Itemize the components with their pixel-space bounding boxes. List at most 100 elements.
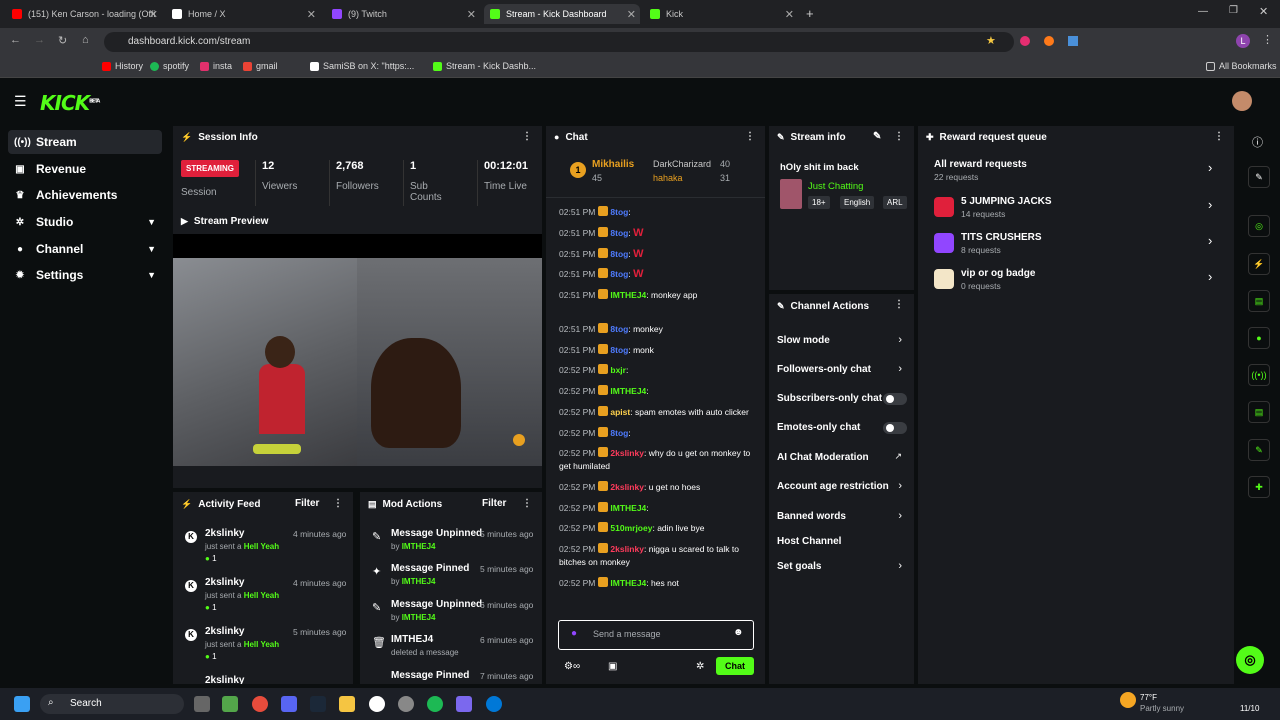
bolt-icon[interactable]: ⚡ <box>1248 253 1270 275</box>
bookmark-samisb[interactable]: SamiSB on X: "https:... <box>310 61 414 71</box>
maximize-icon[interactable]: ❐ <box>1229 5 1238 16</box>
more-icon[interactable]: ⋮ <box>745 131 755 142</box>
message-user[interactable]: IMTHEJ4 <box>610 503 646 513</box>
profile-avatar[interactable]: L <box>1236 34 1250 48</box>
app-icon[interactable] <box>222 696 238 712</box>
gift-icon[interactable]: ✚ <box>1248 476 1270 498</box>
new-tab-icon[interactable]: + <box>806 6 814 21</box>
activity-user[interactable]: 2kslinky <box>205 675 244 684</box>
more-icon[interactable]: ⋮ <box>894 131 904 142</box>
edit-layout-icon[interactable]: ✎ <box>1248 166 1270 188</box>
message-user[interactable]: 510mrjoey <box>610 523 652 533</box>
emoji-icon[interactable]: ☻ <box>733 627 744 638</box>
sidebar-item-achievements[interactable]: ♛ Achievements <box>8 183 162 207</box>
more-icon[interactable]: ⋮ <box>522 131 532 142</box>
browser-tab-twitch[interactable]: (9) Twitch ✕ <box>332 4 480 24</box>
reload-icon[interactable]: ↻ <box>58 34 67 47</box>
home-icon[interactable]: ⌂ <box>82 34 89 46</box>
message-user[interactable]: 8tog <box>610 324 628 334</box>
host-channel-option[interactable]: Host Channel <box>777 536 907 547</box>
spotify-icon[interactable] <box>427 696 443 712</box>
activity-user[interactable]: 2kslinky <box>205 626 244 637</box>
leaderboard-name[interactable]: Mikhailis <box>592 159 634 170</box>
info-icon[interactable]: ⓘ <box>1252 134 1263 150</box>
close-icon[interactable]: ✕ <box>149 8 158 21</box>
obs-icon[interactable] <box>369 696 385 712</box>
sidebar-item-stream[interactable]: ((•)) Stream <box>8 130 162 154</box>
more-icon[interactable]: ⋮ <box>894 299 904 310</box>
banned-words-option[interactable]: Banned words <box>777 511 907 522</box>
sidebar-item-studio[interactable]: ✲ Studio ▼ <box>8 210 162 234</box>
kick-logo[interactable]: KICKBETA <box>40 91 100 115</box>
bookmark-spotify[interactable]: spotify <box>150 61 189 71</box>
sidebar-item-settings[interactable]: ✹ Settings ▼ <box>8 263 162 287</box>
close-icon[interactable]: ✕ <box>785 8 794 21</box>
leaderboard-name[interactable]: hahaka <box>653 173 683 183</box>
more-icon[interactable]: ⋮ <box>522 498 532 509</box>
extension-icon[interactable] <box>1044 36 1054 46</box>
help-icon[interactable]: ◎ <box>1236 646 1264 674</box>
mic-icon[interactable]: ● <box>571 628 577 639</box>
clipboard-icon[interactable]: ▤ <box>1248 290 1270 312</box>
message-user[interactable]: 8tog <box>610 228 628 238</box>
wrench-icon[interactable]: ✎ <box>1248 439 1270 461</box>
store-icon[interactable]: ▣ <box>608 661 617 672</box>
message-user[interactable]: 8tog <box>610 428 628 438</box>
extension-icon[interactable] <box>1020 36 1030 46</box>
filter-button[interactable]: Filter <box>295 498 319 509</box>
forward-icon[interactable]: → <box>34 34 45 46</box>
folder-icon[interactable] <box>339 696 355 712</box>
list-icon[interactable]: ▤ <box>1248 401 1270 423</box>
filter-button[interactable]: Filter <box>482 498 506 509</box>
steam-icon[interactable] <box>310 696 326 712</box>
url-bar[interactable]: dashboard.kick.com/stream <box>104 32 1014 52</box>
sidebar-item-channel[interactable]: ● Channel ▼ <box>8 237 162 261</box>
close-window-icon[interactable]: ✕ <box>1259 5 1268 18</box>
stream-category[interactable]: Just Chatting <box>808 181 863 192</box>
message-user[interactable]: IMTHEJ4 <box>610 290 646 300</box>
edit-icon[interactable]: ✎ <box>873 131 881 142</box>
chevron-right-icon[interactable]: › <box>898 480 902 492</box>
hamburger-icon[interactable]: ☰ <box>14 93 27 110</box>
message-user[interactable]: 8tog <box>610 269 628 279</box>
windows-start-icon[interactable] <box>14 696 30 712</box>
message-user[interactable]: 8tog <box>610 345 628 355</box>
browser-tab-kick[interactable]: Kick ✕ <box>650 4 798 24</box>
bookmark-insta[interactable]: insta <box>200 61 232 71</box>
slow-mode-option[interactable]: Slow mode <box>777 335 907 346</box>
taskview-icon[interactable] <box>194 696 210 712</box>
account-age-option[interactable]: Account age restriction <box>777 481 907 492</box>
message-user[interactable]: 2kslinky <box>610 544 644 554</box>
chevron-right-icon[interactable]: › <box>898 510 902 522</box>
activity-user[interactable]: 2kslinky <box>205 528 244 539</box>
chrome-icon[interactable] <box>252 696 268 712</box>
menu-icon[interactable]: ⋮ <box>1262 33 1273 46</box>
star-icon[interactable]: ★ <box>986 34 996 47</box>
bookmark-history[interactable]: History <box>102 61 143 71</box>
category-thumbnail[interactable] <box>780 179 802 209</box>
message-user[interactable]: IMTHEJ4 <box>610 386 646 396</box>
leaderboard-name[interactable]: DarkCharizard <box>653 159 713 169</box>
all-bookmarks[interactable]: All Bookmarks <box>1206 61 1277 71</box>
browser-tab-kick-dashboard[interactable]: Stream - Kick Dashboard ✕ <box>484 4 640 24</box>
close-icon[interactable]: ✕ <box>627 8 636 21</box>
settings-icon[interactable]: ✲ <box>696 661 704 672</box>
settings-icon[interactable] <box>513 434 525 446</box>
send-chat-button[interactable]: Chat <box>716 657 754 675</box>
message-user[interactable]: 8tog <box>610 249 628 259</box>
bookmark-kick[interactable]: Stream - Kick Dashb... <box>433 61 536 71</box>
chat-icon[interactable]: ● <box>1248 327 1270 349</box>
ai-moderation-option[interactable]: AI Chat Moderation <box>777 452 907 463</box>
close-icon[interactable]: ✕ <box>467 8 476 21</box>
subscribers-only-toggle[interactable] <box>883 393 907 405</box>
chevron-right-icon[interactable]: › <box>898 334 902 346</box>
external-link-icon[interactable]: ↗ <box>894 451 902 462</box>
emotes-only-toggle[interactable] <box>883 422 907 434</box>
app-icon[interactable] <box>456 696 472 712</box>
chevron-right-icon[interactable]: › <box>898 560 902 572</box>
minimize-icon[interactable]: — <box>1198 6 1208 17</box>
extension-icon[interactable] <box>1068 36 1078 46</box>
browser-tab-x[interactable]: Home / X ✕ <box>172 4 320 24</box>
taskbar-search[interactable]: ⌕ Search <box>40 694 184 714</box>
message-user[interactable]: bxjr <box>610 365 626 375</box>
